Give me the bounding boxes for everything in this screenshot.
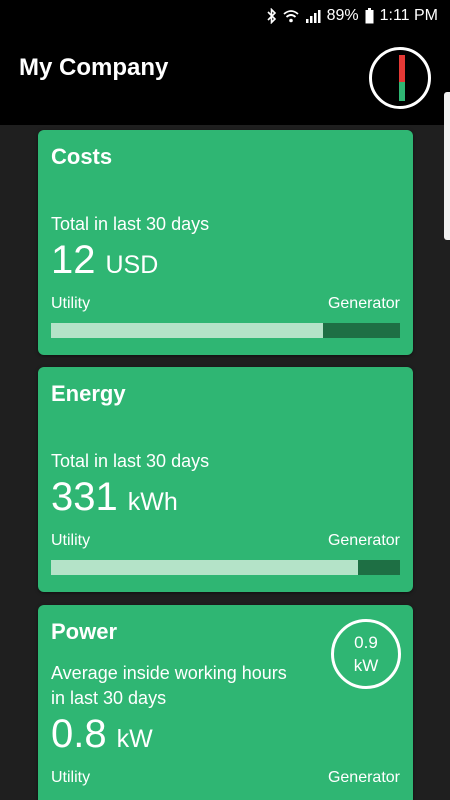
utility-generator-bar — [51, 560, 400, 575]
page-title: My Company — [19, 54, 169, 81]
badge-value: 0.9 — [354, 633, 378, 652]
subtitle-line-2: in last 30 days — [51, 688, 167, 708]
energy-value: 331 — [51, 475, 118, 519]
power-card[interactable]: Power 0.9 kW Average inside working hour… — [38, 605, 413, 800]
battery-icon — [365, 8, 374, 24]
battery-percent: 89% — [326, 7, 359, 24]
meter-red-segment — [399, 55, 405, 82]
total-costs: 12 USD — [51, 238, 158, 283]
clock: 1:11 PM — [379, 7, 438, 24]
generator-label: Generator — [327, 295, 400, 312]
generator-label: Generator — [327, 532, 400, 549]
energy-unit: kWh — [127, 488, 178, 516]
utility-label: Utility — [51, 532, 91, 549]
subtitle-line-1: Average inside working hours — [51, 663, 287, 683]
utility-share-fill — [51, 560, 359, 575]
bluetooth-icon — [266, 8, 277, 24]
wifi-icon — [282, 9, 299, 23]
card-title: Costs — [51, 144, 113, 169]
card-subtitle: Average inside working hours in last 30 … — [51, 661, 287, 711]
utility-label: Utility — [51, 769, 91, 786]
costs-card[interactable]: Costs Total in last 30 days 12 USD Utili… — [38, 130, 413, 355]
power-meter-icon[interactable] — [369, 47, 431, 109]
costs-unit: USD — [105, 251, 159, 279]
card-title: Energy — [51, 381, 126, 406]
signal-icon — [305, 9, 321, 23]
energy-card[interactable]: Energy Total in last 30 days 331 kWh Uti… — [38, 367, 413, 592]
app-bar: My Company — [0, 32, 450, 125]
power-unit: kW — [116, 725, 153, 753]
card-title: Power — [51, 619, 118, 644]
power-value: 0.8 — [51, 712, 107, 756]
costs-value: 12 — [51, 238, 96, 282]
total-energy: 331 kWh — [51, 475, 178, 520]
status-bar: 89% 1:11 PM — [0, 0, 450, 32]
card-subtitle: Total in last 30 days — [51, 214, 210, 234]
utility-label: Utility — [51, 295, 91, 312]
average-power: 0.8 kW — [51, 712, 153, 757]
card-subtitle: Total in last 30 days — [51, 451, 210, 471]
badge-unit: kW — [353, 656, 379, 675]
generator-label: Generator — [327, 769, 400, 786]
peak-power-badge: 0.9 kW — [331, 619, 401, 689]
utility-share-fill — [51, 323, 324, 338]
meter-green-segment — [399, 82, 405, 101]
scrollbar[interactable] — [444, 92, 450, 240]
utility-generator-bar — [51, 323, 400, 338]
